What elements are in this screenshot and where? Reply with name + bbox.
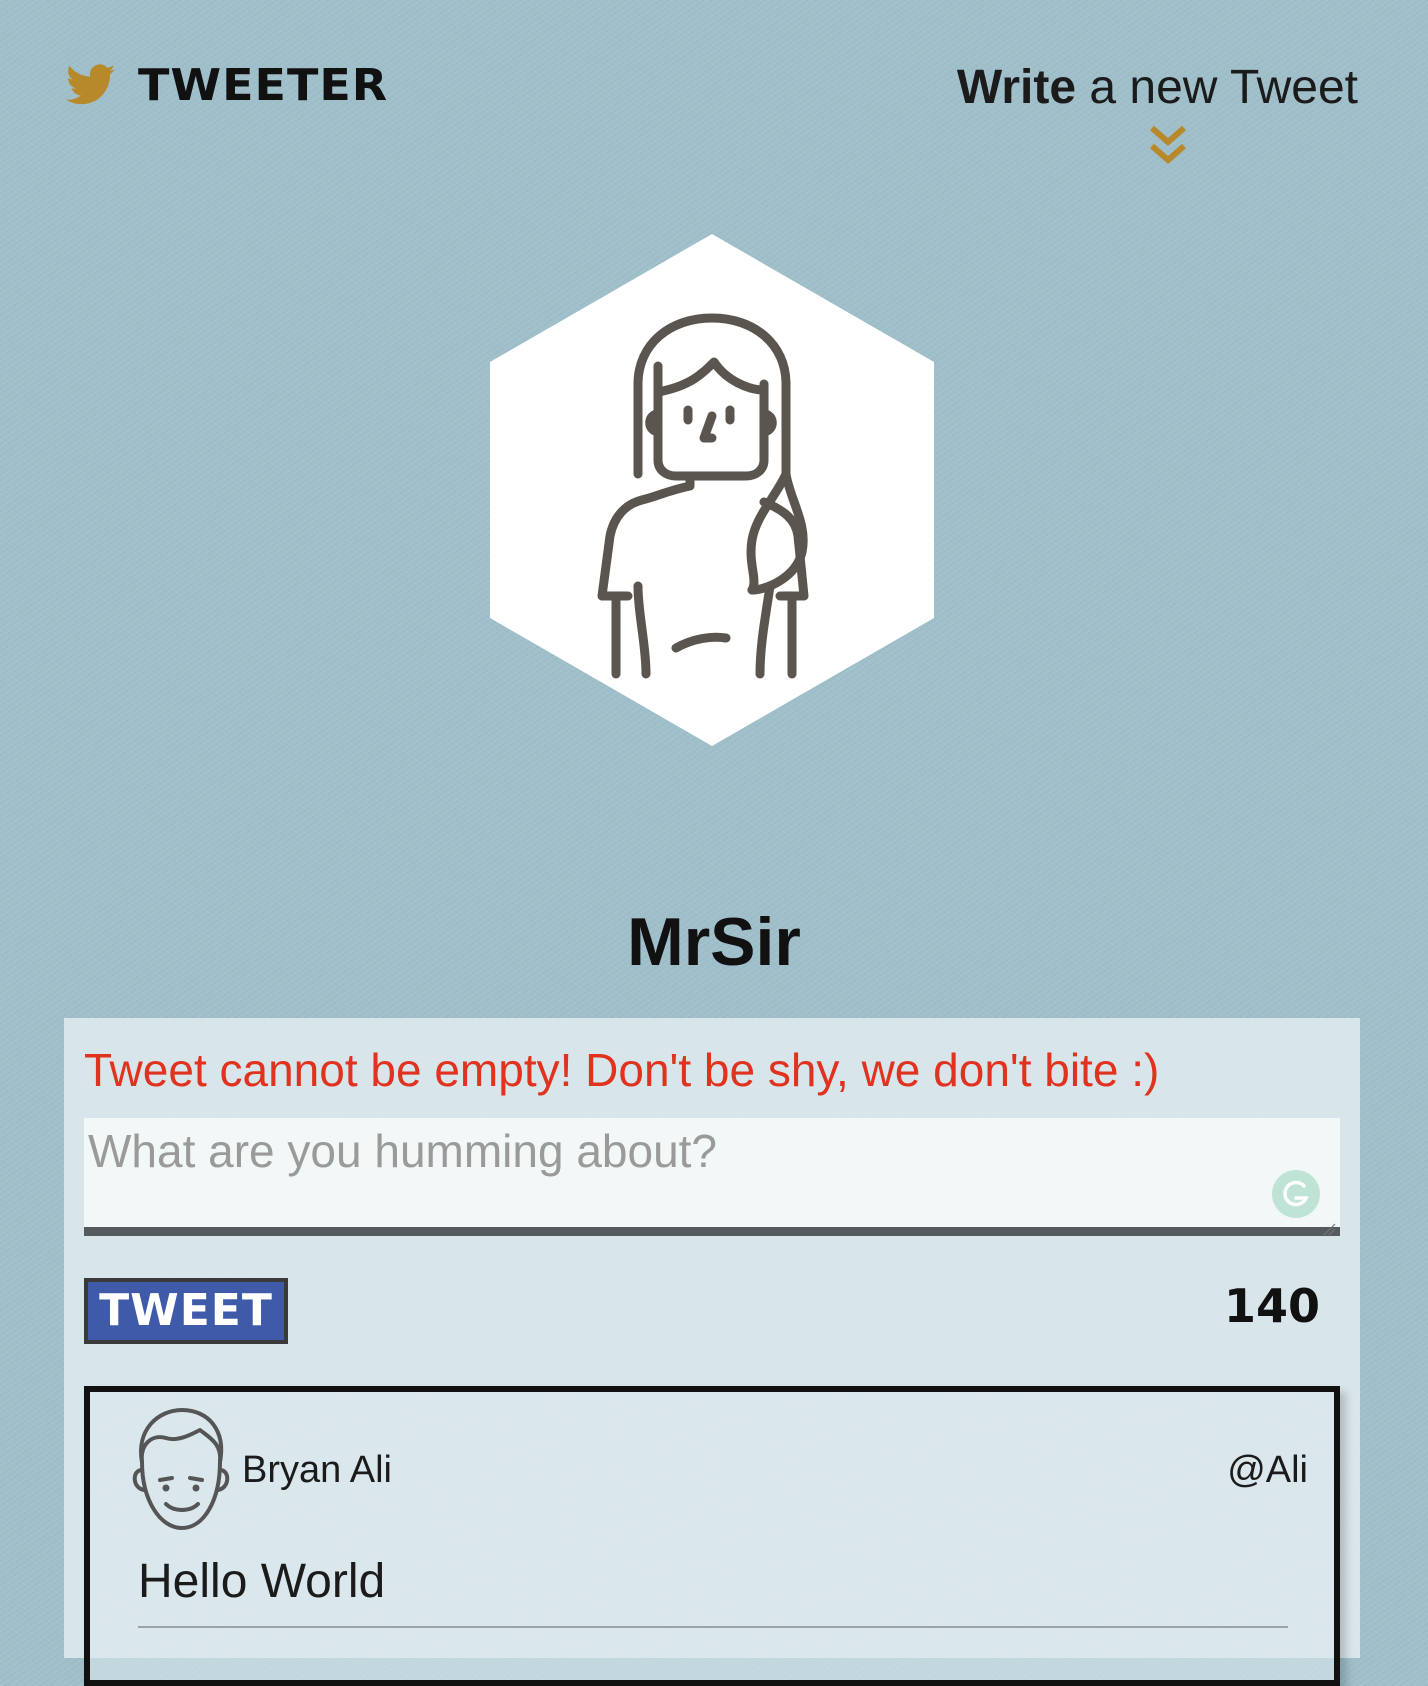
compose-toggle-label: Write a new Tweet bbox=[957, 58, 1358, 118]
tweet-author-name[interactable]: Bryan Ali bbox=[242, 1446, 392, 1494]
man-avatar-icon bbox=[132, 1408, 230, 1530]
grammarly-icon[interactable] bbox=[1272, 1170, 1320, 1218]
resize-handle-icon[interactable] bbox=[1322, 1222, 1336, 1236]
tweet-card: Bryan Ali @Ali Hello World bbox=[84, 1386, 1340, 1686]
compose-toggle[interactable]: Write a new Tweet bbox=[957, 58, 1358, 164]
compose-toggle-strong: Write bbox=[956, 61, 1077, 114]
tweet-submit-button[interactable]: TWEET bbox=[84, 1278, 288, 1344]
error-message: Tweet cannot be empty! Don't be shy, we … bbox=[84, 1044, 1160, 1096]
top-nav: TWEETER Write a new Tweet bbox=[0, 0, 1428, 180]
double-chevron-down-icon[interactable] bbox=[1146, 122, 1190, 168]
compose-toggle-rest: a new Tweet bbox=[1076, 61, 1358, 114]
brand-name: TWEETER bbox=[138, 59, 389, 111]
tweet-input[interactable] bbox=[84, 1118, 1340, 1236]
bird-icon bbox=[66, 64, 116, 105]
profile-name: MrSir bbox=[627, 903, 801, 980]
char-counter: 140 bbox=[1223, 1279, 1320, 1333]
tweet-text: Hello World bbox=[138, 1555, 386, 1608]
tweet-divider bbox=[138, 1626, 1288, 1628]
profile-avatar bbox=[490, 234, 934, 746]
tweet-author-handle[interactable]: @Ali bbox=[1227, 1446, 1308, 1494]
compose-card: Tweet cannot be empty! Don't be shy, we … bbox=[64, 1018, 1360, 1686]
hexagon-frame bbox=[490, 234, 934, 746]
brand[interactable]: TWEETER bbox=[66, 58, 388, 112]
